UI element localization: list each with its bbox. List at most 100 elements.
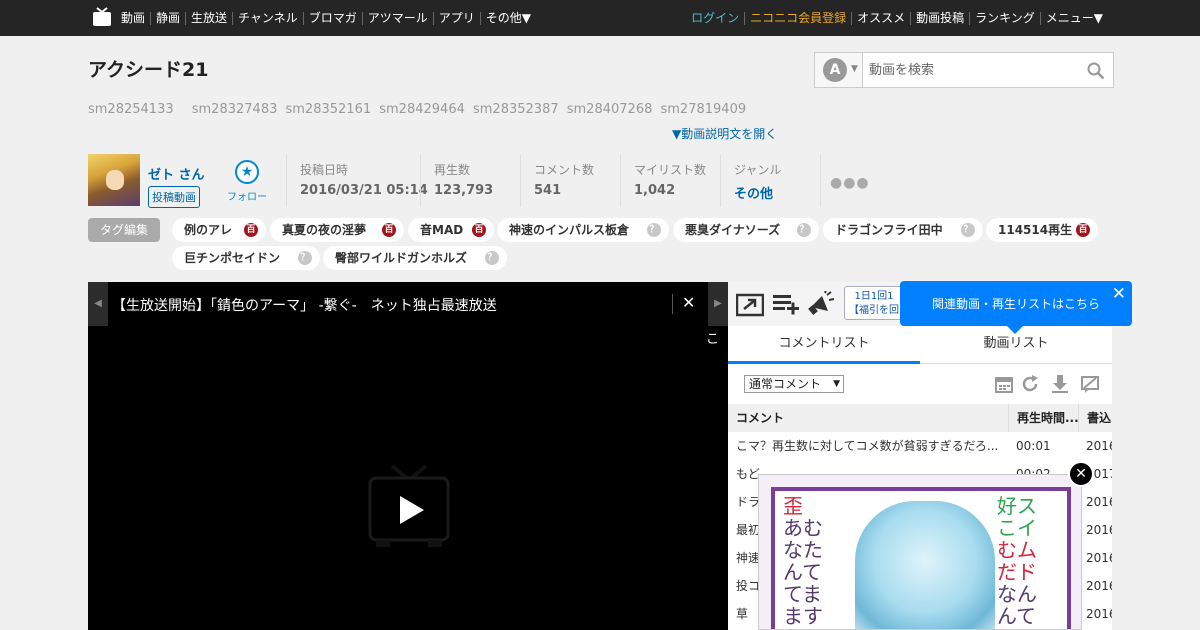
share-icon[interactable] [736, 291, 764, 317]
tag-item[interactable]: 臀部ワイルドガンホルズ ？ [323, 246, 507, 270]
stat-label: コメント数 [534, 163, 595, 177]
comment-type-value: 通常コメント [749, 377, 822, 391]
column-post-date[interactable]: 書込 [1078, 404, 1112, 432]
ad-text-line: てま [783, 582, 822, 606]
notice-next-button[interactable]: ▶ [708, 282, 728, 326]
chevron-down-icon: ▼ [851, 64, 858, 74]
tag-item[interactable]: 音MAD 百 [408, 218, 494, 242]
video-player[interactable]: ◀ 【生放送開始】「錆色のアーマ」 -繋ぐ- ネット独占最速放送 ✕ ▶ こ [88, 282, 728, 630]
nav-menu[interactable]: メニュー▼ [1039, 11, 1108, 25]
comment-table-header: コメント 再生時間... 書込 [728, 404, 1112, 432]
tag-item[interactable]: 巨チンポセイドン ？ [172, 246, 320, 270]
description-id[interactable]: sm28352387 [473, 102, 559, 117]
stat-label: 投稿日時 [300, 163, 349, 177]
dictionary-icon[interactable]: 百 [382, 223, 396, 237]
no-dictionary-icon[interactable]: ？ [298, 251, 312, 265]
tag-edit-button[interactable]: タグ編集 [88, 218, 160, 242]
nav-atsumaru[interactable]: アツマール [361, 11, 433, 25]
uploader-videos-button[interactable]: 投稿動画 [148, 186, 200, 208]
stat-genre: ジャンル その他 [720, 155, 820, 207]
stat-value: 541 [534, 183, 562, 198]
related-videos-tooltip[interactable]: 関連動画・再生リストはこちら ✕ [900, 281, 1132, 334]
stat-post-date: 投稿日時 2016/03/21 05:14 [286, 155, 428, 207]
stat-value[interactable]: その他 [734, 183, 820, 202]
nav-video[interactable]: 動画 [116, 11, 150, 25]
ad-text-line: 好ス [997, 494, 1037, 518]
follow-label[interactable]: フォロー [227, 188, 267, 203]
tag-label: ドラゴンフライ田中 [835, 223, 943, 237]
row-comment: こマ？再生数に対してコメ数が貧弱すぎるだろ... [736, 439, 999, 453]
nicoad-banner[interactable]: 1日1回1 【福引を回 [844, 286, 904, 320]
ad-text-line: ます [783, 604, 823, 628]
tag-label: 音MAD [420, 223, 464, 237]
nicoad-megaphone-icon[interactable] [808, 291, 836, 317]
nav-register[interactable]: ニコニコ会員登録 [744, 11, 851, 25]
nav-ranking[interactable]: ランキング [969, 11, 1040, 25]
nav-app[interactable]: アプリ [432, 11, 480, 25]
notice-prev-button[interactable]: ◀ [88, 282, 108, 326]
tag-label: 臀部ワイルドガンホルズ [335, 251, 468, 265]
play-tv-icon[interactable] [366, 462, 452, 550]
description-id[interactable]: sm28429464 [379, 102, 465, 117]
nav-blomaga[interactable]: ブロマガ [302, 11, 362, 25]
follow-star-icon[interactable]: ★ [235, 160, 259, 184]
tag-item[interactable]: 114514再生 百 [986, 218, 1098, 242]
row-date: 2016 [1086, 523, 1112, 537]
ad-text-line: なん [997, 582, 1037, 606]
column-comment[interactable]: コメント [728, 404, 1008, 432]
tag-item[interactable]: ドラゴンフライ田中 ？ [823, 218, 983, 242]
row-date: 2016 [1086, 579, 1112, 593]
scroll-lock-icon[interactable] [1050, 374, 1070, 394]
uploader-avatar[interactable] [88, 154, 140, 206]
more-dots-icon[interactable]: ●●● [830, 175, 870, 191]
description-id[interactable]: sm28352161 [286, 102, 372, 117]
ad-close-button[interactable]: ✕ [1068, 461, 1094, 487]
search-icon[interactable] [1087, 62, 1105, 80]
reload-icon[interactable] [1020, 374, 1040, 394]
tag-label: 悪臭ダイナソーズ [685, 223, 781, 237]
tag-item[interactable]: 例のアレ 百 [172, 218, 266, 242]
search-mode-toggle[interactable]: A ▼ [815, 53, 863, 87]
comment-type-select[interactable]: 通常コメント ▼ [744, 375, 844, 393]
no-dictionary-icon[interactable]: ？ [797, 223, 811, 237]
description-id[interactable]: sm28327483 [192, 102, 278, 117]
table-row[interactable]: こマ？再生数に対してコメ数が貧弱すぎるだろ... 00:01 2016 [728, 432, 1112, 460]
comment-hide-icon[interactable] [1080, 374, 1100, 394]
tab-comment-list[interactable]: コメントリスト [728, 326, 920, 364]
description-id[interactable]: sm27819409 [661, 102, 747, 117]
search-input[interactable] [863, 53, 1083, 87]
no-dictionary-icon[interactable]: ？ [961, 223, 975, 237]
add-mylist-icon[interactable] [772, 291, 800, 317]
nav-live[interactable]: 生放送 [185, 11, 232, 25]
description-toggle[interactable]: ▼動画説明文を開く [672, 125, 777, 142]
nav-other[interactable]: その他▼ [479, 11, 536, 25]
player-notice-text[interactable]: 【生放送開始】「錆色のアーマ」 -繋ぐ- ネット独占最速放送 [112, 295, 497, 315]
description-id[interactable]: sm28407268 [567, 102, 653, 117]
column-play-time[interactable]: 再生時間... [1008, 404, 1078, 432]
dictionary-icon[interactable]: 百 [1076, 223, 1090, 237]
no-dictionary-icon[interactable]: ？ [485, 251, 499, 265]
top-nav: 動画 静画 生放送 チャンネル ブロマガ アツマール アプリ その他▼ ログイン… [0, 0, 1200, 36]
dictionary-icon[interactable]: 百 [244, 223, 258, 237]
uploader-name[interactable]: ゼト さん [148, 164, 205, 183]
tooltip-tail [1006, 325, 1024, 334]
overlay-advertisement[interactable]: 歪 あむ なた んて てま ます 好ス こイ むム だド なん んて [758, 474, 1082, 630]
tag-item[interactable]: 真夏の夜の淫夢 百 [270, 218, 404, 242]
dictionary-icon[interactable]: 百 [472, 223, 486, 237]
tag-item[interactable]: 悪臭ダイナソーズ ？ [673, 218, 819, 242]
nav-login[interactable]: ログイン [686, 11, 744, 25]
close-icon[interactable]: ✕ [1112, 284, 1126, 304]
nav-recommend[interactable]: オススメ [851, 11, 910, 25]
no-dictionary-icon[interactable]: ？ [647, 223, 661, 237]
nav-channel[interactable]: チャンネル [232, 11, 303, 25]
notice-close-button[interactable]: ✕ [682, 293, 695, 312]
tag-item[interactable]: 神速のインパルス板倉 ？ [497, 218, 669, 242]
description-id[interactable]: sm28254133 [88, 102, 174, 117]
nav-upload[interactable]: 動画投稿 [910, 11, 969, 25]
ad-text-left: 歪 あむ なた んて てま ます [783, 495, 853, 627]
ad-text-line: んて [783, 560, 822, 584]
nav-seiga[interactable]: 静画 [150, 11, 185, 25]
calendar-icon[interactable] [994, 374, 1014, 394]
niconico-logo-icon[interactable] [93, 7, 111, 27]
ad-text-line: だド [997, 560, 1037, 584]
